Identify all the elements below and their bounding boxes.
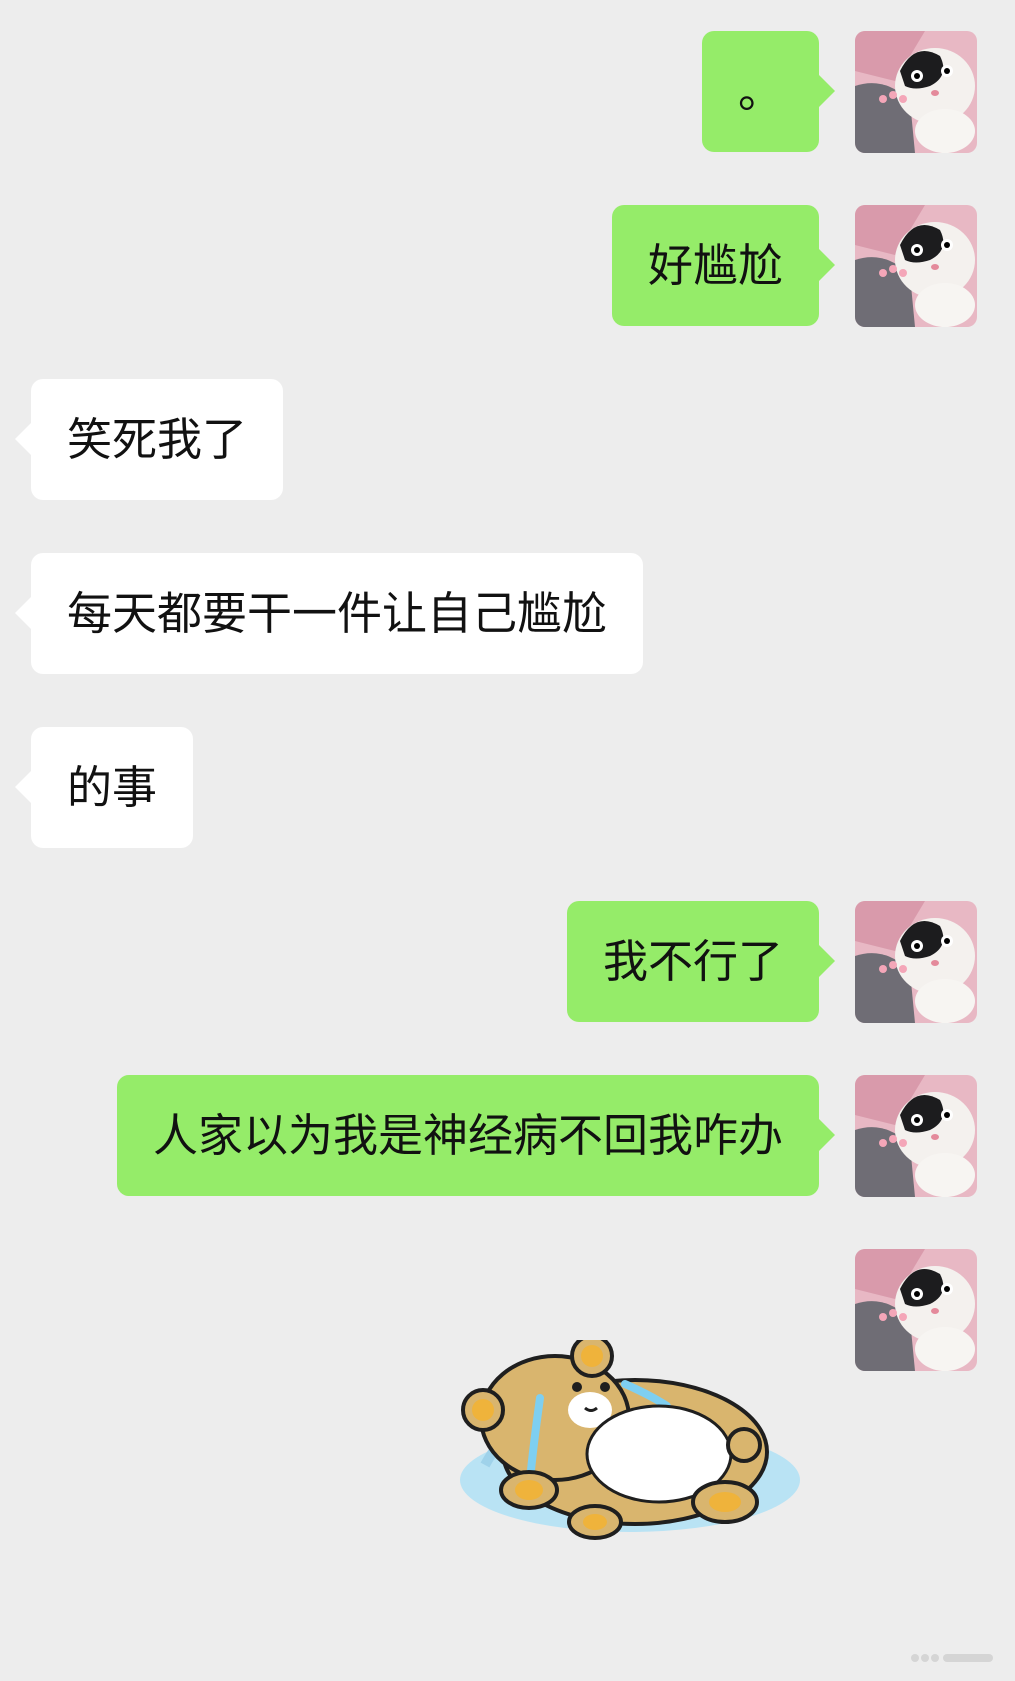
- cat-avatar-icon: [855, 1075, 977, 1197]
- watermark-icon: [911, 1654, 993, 1662]
- avatar[interactable]: [855, 31, 977, 153]
- message-bubble-outgoing[interactable]: 人家以为我是神经病不回我咋办: [116, 1075, 836, 1196]
- avatar[interactable]: [855, 205, 977, 327]
- message-row: 每天都要干一件让自己尴尬: [0, 553, 1015, 675]
- cat-avatar-icon: [855, 901, 977, 1023]
- crying-bear-sticker-icon[interactable]: [445, 1334, 805, 1550]
- avatar[interactable]: [855, 901, 977, 1023]
- message-bubble-incoming[interactable]: 的事: [14, 727, 194, 848]
- avatar[interactable]: [855, 1249, 977, 1371]
- avatar[interactable]: [855, 1075, 977, 1197]
- message-bubble-outgoing[interactable]: 好尴尬: [611, 205, 836, 326]
- message-text: 人家以为我是神经病不回我咋办: [152, 1109, 783, 1162]
- message-row: 的事: [0, 727, 1015, 849]
- message-row: 人家以为我是神经病不回我咋办: [0, 1075, 1015, 1197]
- message-text: 。: [737, 65, 783, 118]
- message-bubble-outgoing[interactable]: 。: [701, 31, 836, 152]
- cat-avatar-icon: [855, 1249, 977, 1371]
- message-row: 笑死我了: [0, 379, 1015, 501]
- message-row: 好尴尬: [0, 205, 1015, 327]
- message-text: 好尴尬: [647, 239, 783, 292]
- message-text: 每天都要干一件让自己尴尬: [67, 587, 608, 640]
- message-row: 我不行了: [0, 901, 1015, 1023]
- cat-avatar-icon: [855, 31, 977, 153]
- message-bubble-incoming[interactable]: 笑死我了: [14, 379, 284, 500]
- message-text: 笑死我了: [67, 413, 248, 466]
- cat-avatar-icon: [855, 205, 977, 327]
- message-bubble-outgoing[interactable]: 我不行了: [566, 901, 836, 1022]
- message-row: 。: [0, 31, 1015, 153]
- message-text: 我不行了: [602, 935, 783, 988]
- message-text: 的事: [67, 761, 158, 814]
- message-bubble-incoming[interactable]: 每天都要干一件让自己尴尬: [14, 553, 644, 674]
